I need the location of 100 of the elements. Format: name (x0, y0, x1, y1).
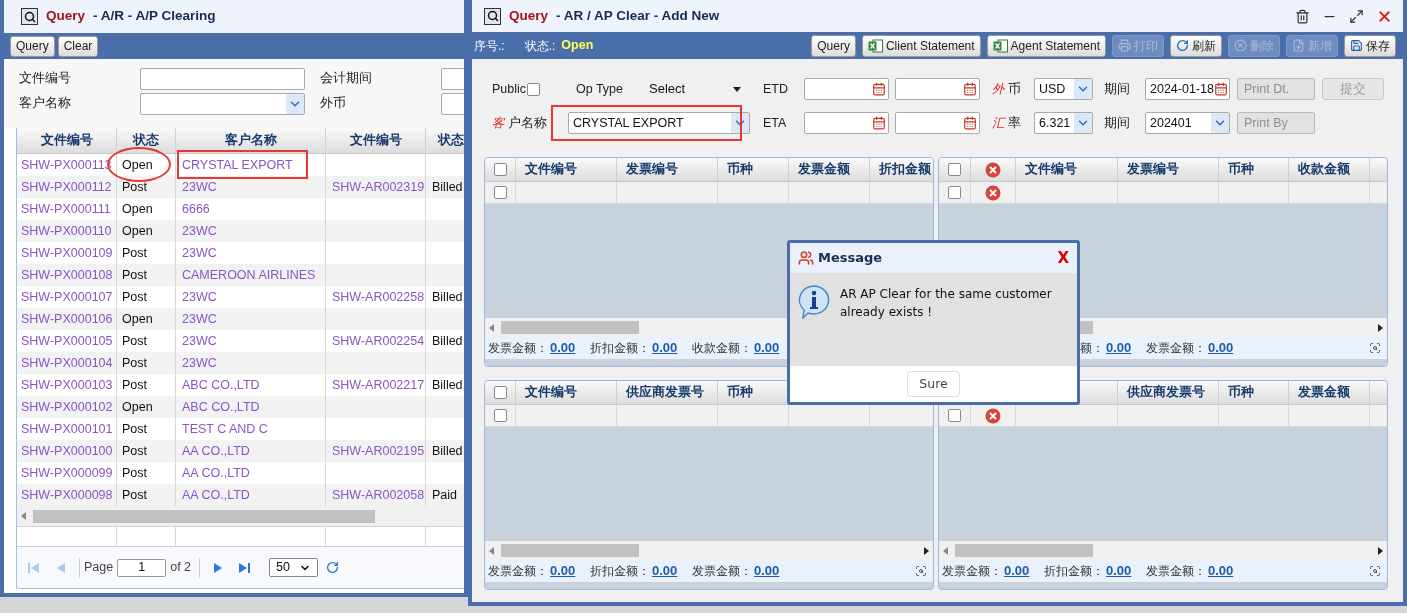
toolbar-button[interactable]: 保存 (1344, 34, 1396, 57)
table-row[interactable]: SHW-PX000110 Open 23WC (17, 220, 464, 242)
zoom-icon[interactable] (1369, 342, 1381, 354)
column-header[interactable]: 文件编号 (525, 160, 577, 179)
column-header[interactable]: 供应商发票号 (626, 383, 704, 402)
delete-icon[interactable] (985, 161, 1001, 178)
table-row[interactable]: SHW-PX000102 Open ABC CO.,LTD (17, 396, 464, 418)
column-header[interactable]: 币种 (1228, 160, 1254, 179)
filter-field[interactable] (140, 68, 305, 90)
column-header[interactable]: 发票编号 (1127, 160, 1179, 179)
scrollbar-thumb[interactable] (955, 544, 1093, 557)
checkbox[interactable] (527, 82, 541, 96)
column-header[interactable]: 文件编号 (525, 383, 577, 402)
calendar-icon[interactable] (872, 116, 886, 130)
sure-button[interactable]: Sure (907, 371, 960, 397)
checkbox[interactable] (948, 186, 961, 199)
checkbox[interactable] (948, 409, 961, 422)
scroll-right-arrow-icon[interactable] (1377, 546, 1383, 555)
rate-select[interactable]: 6.321 (1034, 112, 1093, 134)
total-value[interactable]: 0.00 (1208, 561, 1234, 581)
column-header[interactable]: 供应商发票号 (1127, 383, 1205, 402)
page-size-select[interactable]: 50 (269, 558, 319, 577)
date-field[interactable] (895, 112, 980, 134)
close-button[interactable]: X (1057, 250, 1069, 266)
toolbar-button[interactable]: 刷新 (1170, 34, 1222, 57)
column-header[interactable]: 状态 (438, 131, 464, 150)
checkbox[interactable] (493, 386, 507, 399)
calendar-icon[interactable] (963, 116, 977, 130)
total-value[interactable]: 0.00 (754, 561, 780, 581)
scrollbar-thumb[interactable] (501, 321, 639, 334)
toolbar-button[interactable]: Client Statement (861, 34, 981, 57)
column-header[interactable]: 文件编号 (1025, 160, 1077, 179)
date-field[interactable] (804, 78, 889, 100)
scrollbar-thumb[interactable] (501, 544, 639, 557)
checkbox[interactable] (493, 186, 507, 199)
column-header[interactable]: 发票金额 (1298, 383, 1350, 402)
op-type-select[interactable]: Select (649, 79, 741, 99)
delete-icon[interactable] (985, 184, 1001, 201)
column-header[interactable]: 币种 (1228, 383, 1254, 402)
column-header[interactable]: 币种 (727, 383, 753, 402)
checkbox[interactable] (493, 409, 507, 422)
column-header[interactable]: 发票编号 (626, 160, 678, 179)
dropdown-icon[interactable] (733, 86, 741, 92)
column-header[interactable]: 文件编号 (349, 131, 402, 150)
scroll-left-arrow-icon[interactable] (489, 546, 495, 555)
next-page-icon[interactable] (213, 561, 223, 574)
customer-select[interactable]: CRYSTAL EXPORT (568, 112, 750, 134)
table-row[interactable]: SHW-PX000106 Open 23WC (17, 308, 464, 330)
calendar-icon[interactable] (872, 82, 886, 96)
zoom-icon[interactable] (1369, 565, 1381, 577)
column-header[interactable]: 折扣金额 (879, 160, 931, 179)
table-row[interactable]: SHW-PX000108 Post CAMEROON AIRLINES (17, 264, 464, 286)
table-row[interactable]: SHW-PX000112 Post 23WC SHW-AR002319 Billed (17, 176, 464, 198)
scrollbar-thumb[interactable] (33, 509, 375, 523)
horizontal-scrollbar[interactable] (485, 541, 933, 560)
scroll-right-arrow-icon[interactable] (923, 546, 929, 555)
table-row[interactable]: SHW-PX000104 Post 23WC (17, 352, 464, 374)
total-value[interactable]: 0.00 (652, 338, 678, 358)
table-row[interactable]: SHW-PX000100 Post AA CO.,LTD SHW-AR002195 Billed (17, 440, 464, 462)
scroll-left-arrow-icon[interactable] (943, 546, 949, 555)
total-value[interactable]: 0.00 (652, 561, 678, 581)
date-field[interactable]: 2024-01-18 (1145, 78, 1230, 100)
refresh-icon[interactable] (326, 561, 340, 574)
checkbox[interactable] (948, 163, 961, 176)
total-value[interactable]: 0.00 (550, 338, 576, 358)
page-number-field[interactable]: 1 (117, 558, 167, 577)
total-value[interactable]: 0.00 (754, 338, 780, 358)
toolbar-button[interactable]: Query (10, 35, 55, 57)
calendar-icon[interactable] (963, 82, 977, 96)
last-page-icon[interactable] (238, 561, 251, 574)
period-select[interactable]: 202401 (1145, 112, 1230, 134)
column-header[interactable]: 币种 (727, 160, 753, 179)
toolbar-button[interactable]: Clear (57, 35, 99, 57)
delete-icon[interactable] (985, 407, 1001, 424)
total-value[interactable]: 0.00 (1106, 561, 1132, 581)
scroll-left-arrow-icon[interactable] (489, 323, 495, 332)
total-value[interactable]: 0.00 (1208, 338, 1234, 358)
scroll-left-arrow-icon[interactable] (21, 512, 27, 520)
scroll-right-arrow-icon[interactable] (1377, 323, 1383, 332)
calendar-icon[interactable] (1213, 82, 1228, 96)
total-value[interactable]: 0.00 (1106, 338, 1132, 358)
column-header[interactable]: 收款金额 (1298, 160, 1350, 179)
checkbox[interactable] (493, 163, 507, 176)
customer-select[interactable] (140, 93, 305, 115)
horizontal-scrollbar[interactable] (939, 541, 1387, 560)
total-value[interactable]: 0.00 (1004, 561, 1030, 581)
total-value[interactable]: 0.00 (550, 561, 576, 581)
currency-select[interactable]: USD (1034, 78, 1093, 100)
toolbar-button[interactable]: Agent Statement (986, 34, 1106, 57)
horizontal-scrollbar[interactable] (17, 506, 464, 526)
maximize-icon[interactable] (1349, 8, 1364, 24)
table-row[interactable]: SHW-PX000098 Post AA CO.,LTD SHW-AR002058 Paid (17, 484, 464, 506)
column-header[interactable]: 文件编号 (40, 131, 93, 150)
date-field[interactable] (804, 112, 889, 134)
trash-icon[interactable] (1295, 8, 1310, 24)
date-field[interactable] (895, 78, 980, 100)
toolbar-button[interactable]: Query (811, 34, 856, 57)
column-header[interactable]: 客户名称 (224, 131, 277, 150)
zoom-icon[interactable] (915, 565, 927, 577)
column-header[interactable]: 状态 (133, 131, 159, 150)
